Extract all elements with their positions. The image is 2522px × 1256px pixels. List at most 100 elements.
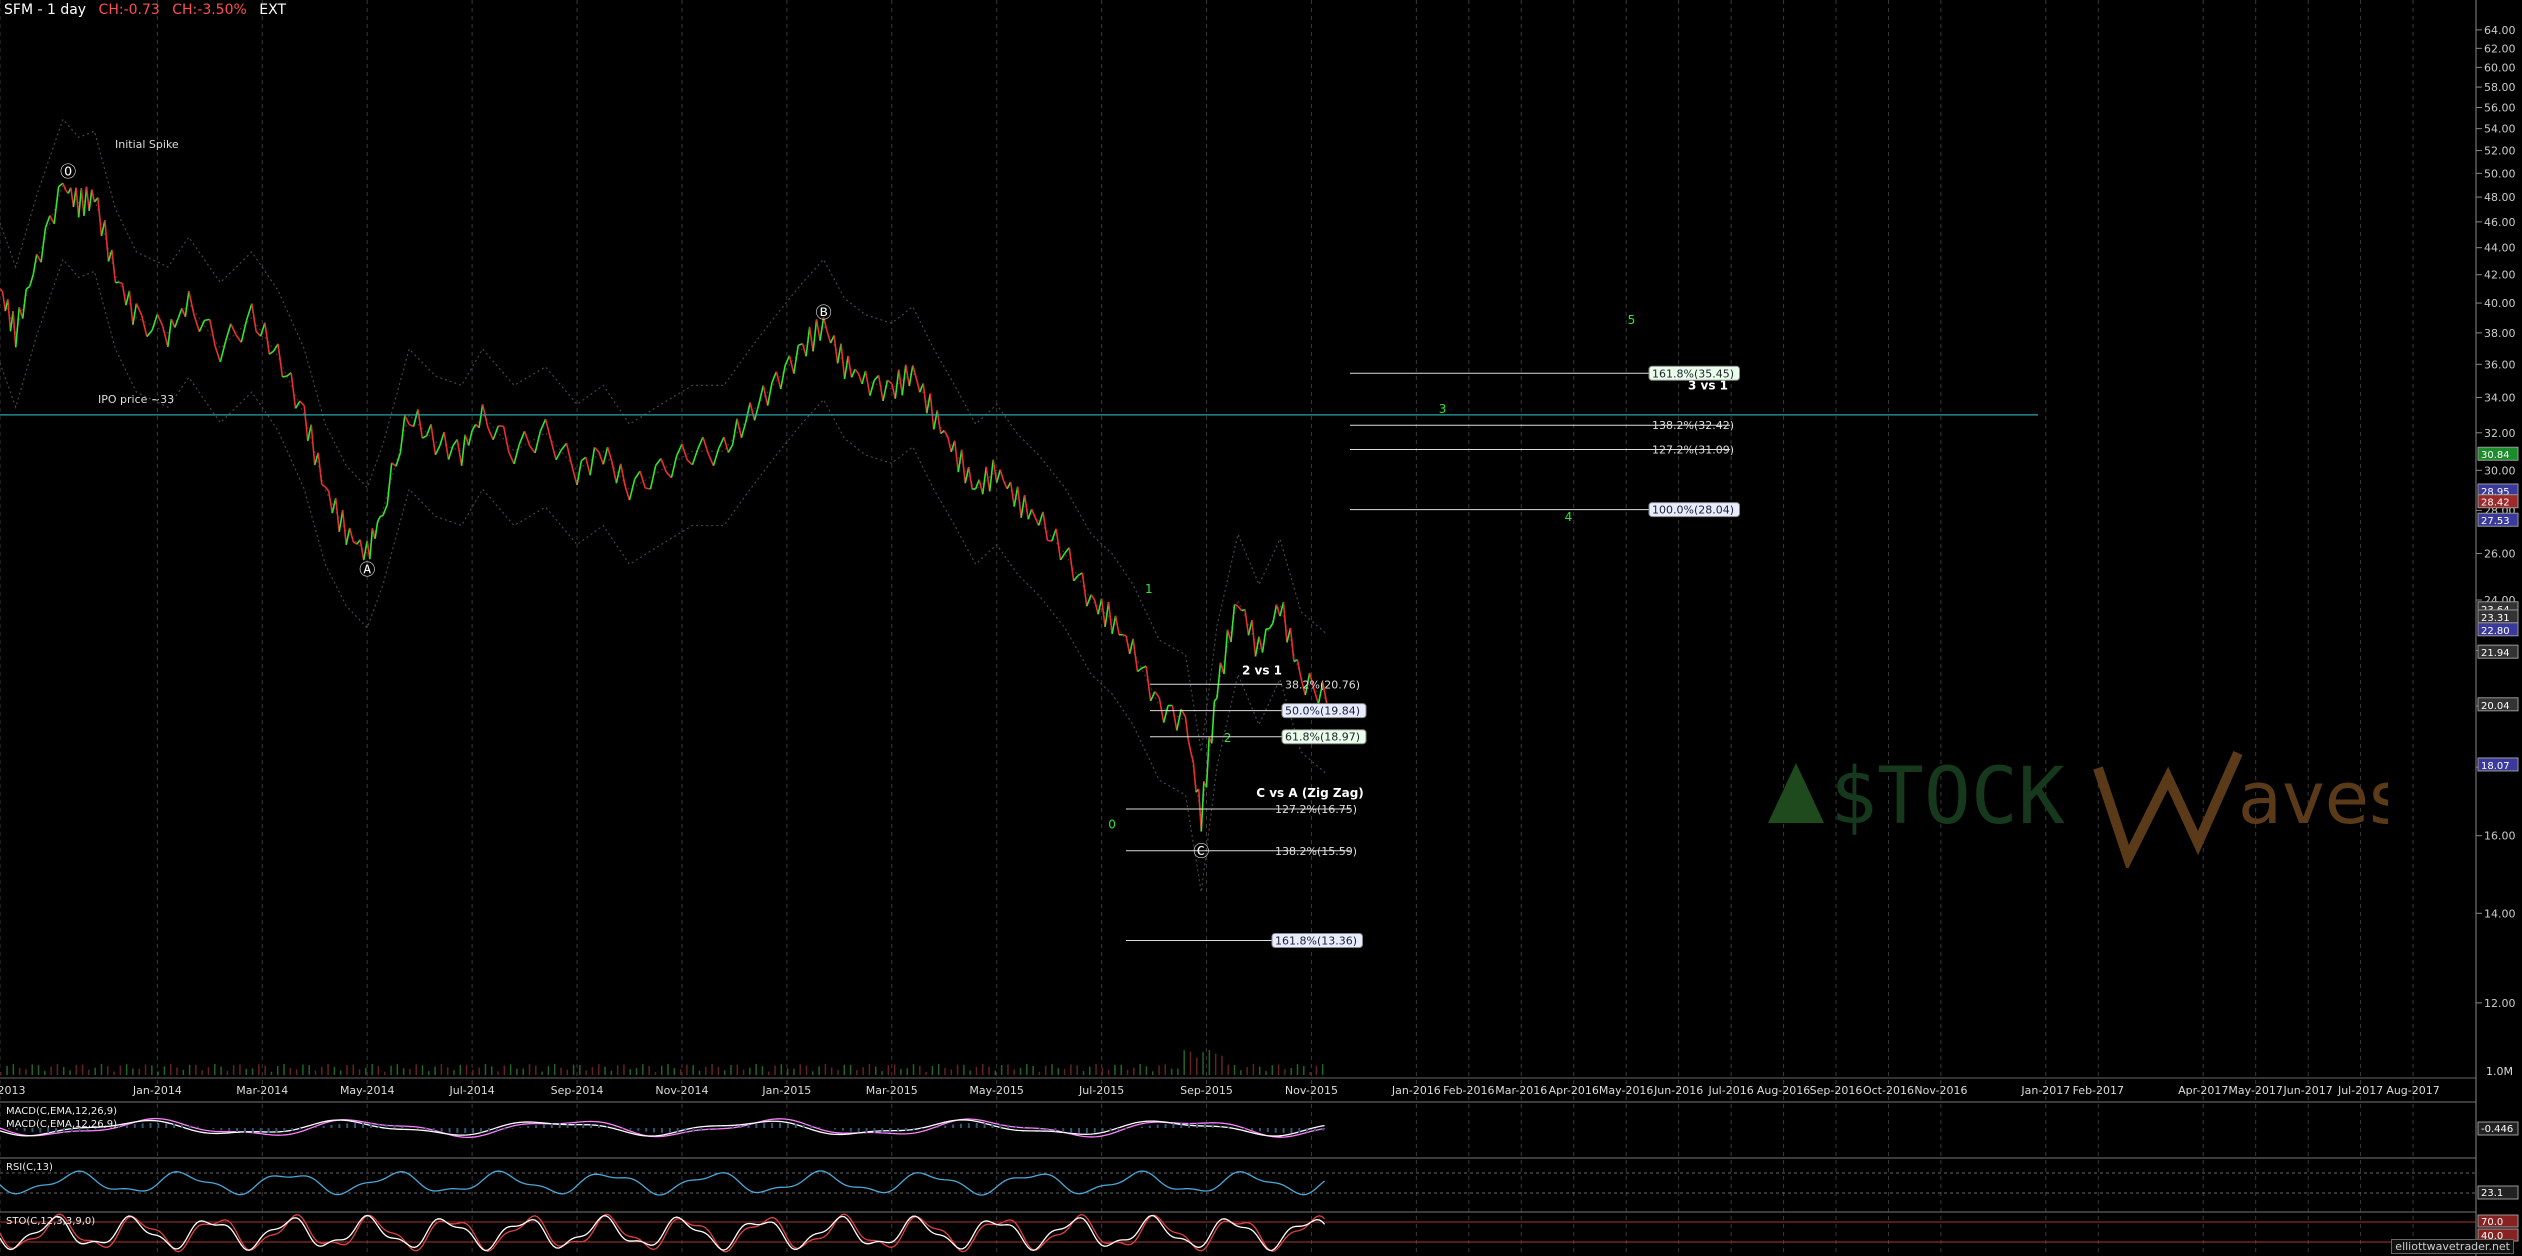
logo-text-stock: $TOCK <box>1830 752 2065 842</box>
volume-bar <box>289 1067 292 1075</box>
macd-histogram-bar <box>259 1128 262 1133</box>
fib-level-label: 50.0%(19.84) <box>1285 705 1360 718</box>
volume-bar <box>352 1064 355 1075</box>
wave-label-4: 4 <box>1565 510 1573 524</box>
x-tick-label: Jan-2015 <box>761 1084 811 1097</box>
volume-bar <box>560 1067 562 1075</box>
volume-bar <box>812 1071 814 1075</box>
volume-bar <box>642 1064 644 1075</box>
volume-bar <box>528 1064 531 1075</box>
volume-bar <box>226 1071 229 1075</box>
macd-histogram-bar <box>180 1124 183 1128</box>
macd-histogram-bar <box>731 1126 734 1128</box>
x-tick-label: Mar-2015 <box>866 1084 918 1097</box>
volume-bar <box>579 1064 581 1075</box>
volume-bar <box>107 1066 109 1075</box>
volume-bar <box>982 1064 984 1075</box>
volume-bar <box>856 1070 858 1075</box>
volume-bar <box>201 1070 203 1075</box>
macd-histogram-bar <box>141 1123 144 1128</box>
volume-bar <box>270 1071 273 1075</box>
volume-bar <box>591 1067 594 1075</box>
x-tick-label: Oct-2013 <box>0 1084 25 1097</box>
macd-histogram-bar <box>1298 1128 1301 1133</box>
volume-bar <box>276 1066 279 1075</box>
macd-histogram-bar <box>291 1128 294 1131</box>
macd-histogram-bar <box>755 1123 758 1128</box>
volume-bar <box>12 1064 15 1075</box>
volume-bar <box>75 1064 78 1075</box>
volume-bar <box>975 1066 978 1075</box>
x-tick-label: Nov-2016 <box>1914 1084 1967 1097</box>
volume-bar <box>169 1064 172 1075</box>
volume-bar <box>1170 1068 1173 1075</box>
macd-histogram-bar <box>857 1128 860 1133</box>
macd-histogram-bar <box>692 1128 695 1132</box>
volume-bar <box>963 1065 965 1075</box>
macd-histogram-bar <box>818 1127 821 1128</box>
volume-bar <box>377 1066 380 1075</box>
macd-histogram-bar <box>629 1128 632 1130</box>
volume-bar <box>616 1065 619 1075</box>
x-tick-label: Mar-2016 <box>1495 1084 1547 1097</box>
y-tick-label: 58.00 <box>2484 81 2516 94</box>
volume-bar <box>0 1072 2 1075</box>
volume-bar <box>749 1067 751 1075</box>
macd-histogram-bar <box>173 1123 176 1128</box>
volume-bar <box>830 1067 833 1075</box>
volume-bar <box>157 1071 159 1075</box>
volume-bar <box>862 1067 864 1075</box>
x-tick-label: May-2014 <box>340 1084 395 1097</box>
x-tick-label: Jun-2017 <box>2283 1084 2333 1097</box>
axis-value-label: 20.04 <box>2481 701 2510 712</box>
volume-bar <box>673 1068 676 1075</box>
x-tick-label: Sep-2015 <box>1180 1084 1233 1097</box>
volume-bar <box>37 1065 40 1075</box>
macd-histogram-bar <box>393 1125 396 1128</box>
macd-histogram-bar <box>598 1125 601 1128</box>
volume-bar <box>679 1069 682 1075</box>
volume-bar <box>755 1064 757 1075</box>
volume-bar <box>1296 1064 1299 1075</box>
fib-level-label: 38.2%(20.76) <box>1285 678 1360 691</box>
sto-label: STO(C,12,3,3,9,0) <box>6 1216 95 1227</box>
macd-histogram-bar <box>716 1128 719 1129</box>
macd-histogram-bar <box>841 1128 844 1131</box>
wave-label-2: 2 <box>1224 731 1232 745</box>
macd-histogram-bar <box>267 1128 270 1133</box>
volume-bar <box>598 1064 600 1075</box>
volume-bar <box>478 1067 480 1075</box>
volume-bar <box>610 1070 613 1075</box>
macd-histogram-bar <box>1321 1128 1324 1131</box>
axis-value-label: 30.84 <box>2481 450 2510 461</box>
macd-histogram-bar <box>369 1123 372 1128</box>
volume-bar <box>81 1064 84 1075</box>
macd-histogram-bar <box>432 1128 435 1131</box>
volume-bar <box>1258 1066 1261 1075</box>
x-tick-label: May-2016 <box>1599 1084 1654 1097</box>
x-tick-label: Aug-2016 <box>1757 1084 1810 1097</box>
volume-bar <box>799 1064 801 1075</box>
volume-bar <box>327 1064 329 1075</box>
footer-url[interactable]: elliottwavetrader.net <box>2391 1239 2514 1254</box>
chart-canvas[interactable]: Oct-2013 Jan-2014 Mar-2014 May-2014 Jul-2014… <box>0 0 2522 1256</box>
volume-bar <box>805 1065 808 1075</box>
macd-histogram-bar <box>1164 1123 1167 1128</box>
macd-histogram-bar <box>936 1126 939 1128</box>
axis-value-label: 22.80 <box>2481 626 2510 637</box>
macd-histogram-bar <box>251 1128 254 1133</box>
ext-tag: EXT <box>259 2 286 18</box>
macd-histogram-bar <box>1093 1128 1096 1133</box>
volume-bar <box>258 1064 260 1075</box>
price-segment <box>380 514 384 518</box>
macd-histogram-bar <box>645 1128 648 1132</box>
volume-bar <box>1271 1065 1274 1075</box>
volume-bar <box>220 1066 222 1075</box>
volume-bar <box>302 1064 304 1075</box>
x-tick-label: Nov-2014 <box>655 1084 708 1097</box>
volume-bar <box>1151 1071 1154 1075</box>
volume-bar <box>503 1065 506 1075</box>
volume-bar <box>931 1066 934 1075</box>
x-tick-label: Apr-2017 <box>2178 1084 2228 1097</box>
macd-histogram-bar <box>621 1128 624 1129</box>
